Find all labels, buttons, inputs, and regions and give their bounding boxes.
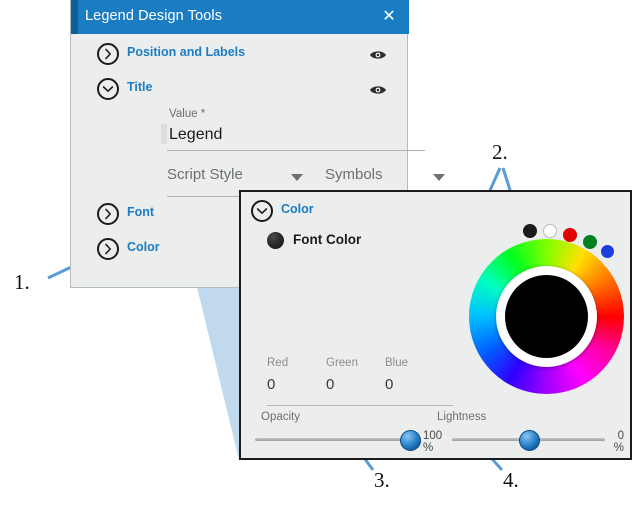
preset-red[interactable] [563,228,577,242]
opacity-label: Opacity [261,411,300,423]
field-underline [267,405,335,406]
value-input[interactable]: Legend [169,126,222,144]
chevron-right-icon[interactable] [97,238,119,260]
lightness-max-value: 0 % [613,430,624,454]
preset-blue[interactable] [601,245,614,258]
chevron-down-icon[interactable] [433,174,445,181]
color-wheel-selected-swatch[interactable] [505,275,588,358]
lightness-min-value: 100 % [423,430,443,454]
preset-green[interactable] [583,235,597,249]
preset-white[interactable] [543,224,557,238]
value-field-indicator [161,124,167,144]
callout-3: 3. [374,468,390,492]
color-section-label: Color [281,202,314,216]
panel-titlebar: Legend Design Tools ✕ [71,0,409,34]
callout-1: 1. [14,270,30,294]
lightness-slider-thumb[interactable] [519,430,540,451]
lightness-label: Lightness [437,411,487,423]
section-label: Position and Labels [127,45,246,59]
section-label: Title [127,80,153,94]
section-position-and-labels[interactable]: Position and Labels [71,40,409,70]
dropdown-label: Symbols [325,166,383,183]
callout-4: 4. [503,468,519,492]
section-label: Font [127,205,155,219]
preset-black[interactable] [523,224,537,238]
chevron-right-icon[interactable] [97,203,119,225]
close-icon[interactable]: ✕ [379,7,399,27]
field-underline [326,405,394,406]
chevron-down-icon[interactable] [291,174,303,181]
chevron-right-icon[interactable] [97,43,119,65]
section-title[interactable]: Title [71,75,409,105]
panel-title: Legend Design Tools [85,8,223,24]
blue-field[interactable]: Blue 0 [385,357,461,406]
chevron-down-icon[interactable] [97,78,119,100]
opacity-slider-thumb[interactable] [400,430,421,451]
field-underline [385,405,453,406]
chevron-down-icon[interactable] [251,200,273,222]
blue-value[interactable]: 0 [385,376,461,393]
titlebar-accent-edge [71,0,78,34]
eye-icon[interactable] [369,48,387,60]
blue-label: Blue [385,357,409,369]
dropdown-label: Script Style [167,166,243,183]
callout-2: 2. [492,140,508,164]
value-field-underline [167,150,425,151]
eye-icon[interactable] [369,83,387,95]
font-color-swatch[interactable] [267,232,284,249]
section-label: Color [127,240,160,254]
font-color-label: Font Color [293,232,362,247]
value-field-label: Value * [169,108,206,120]
opacity-slider-track[interactable] [255,438,420,441]
